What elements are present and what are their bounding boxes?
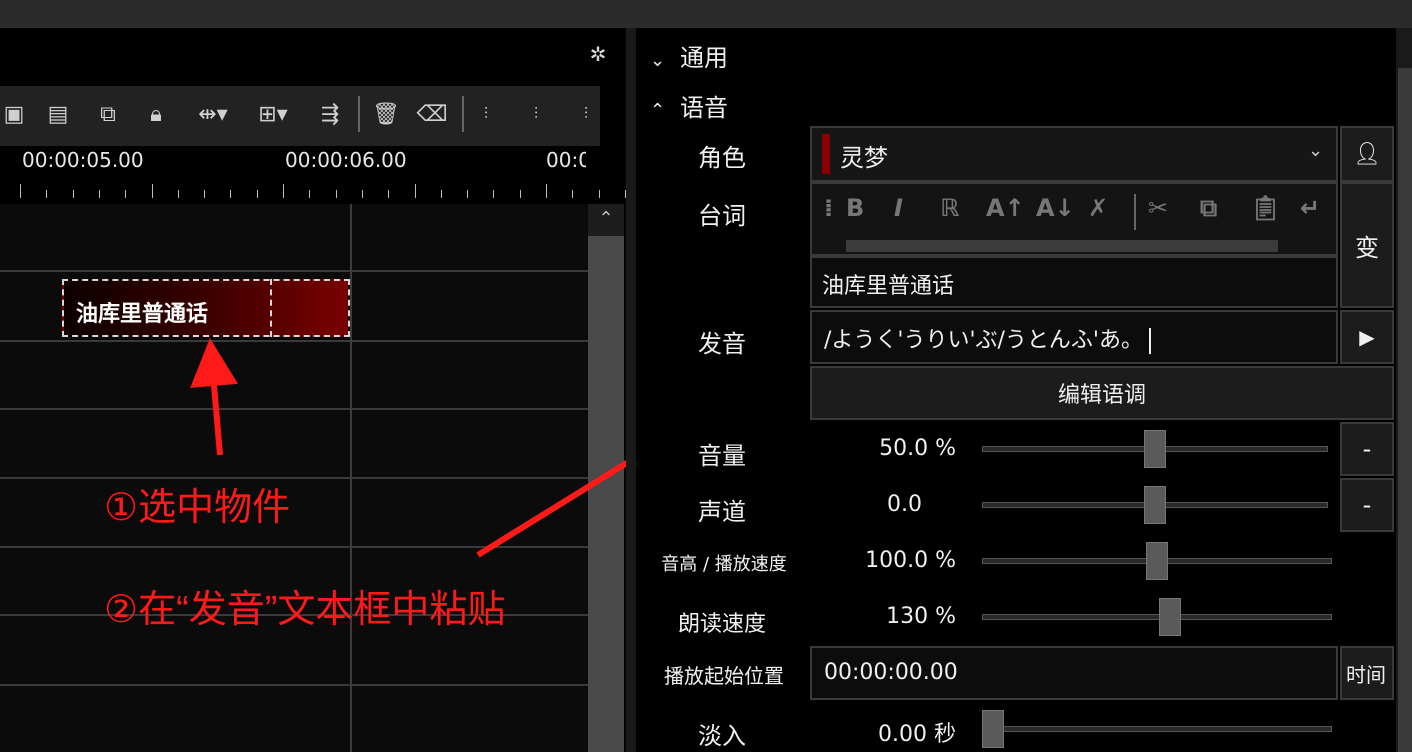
arrow-to-clip — [190, 338, 238, 456]
pan-reset-button[interactable]: - — [1340, 478, 1394, 532]
pan-label: 声道 — [698, 498, 746, 526]
pane-divider[interactable] — [626, 28, 636, 752]
play-icon[interactable]: ▶ — [1340, 310, 1394, 364]
edit-intonation-button[interactable]: 编辑语调 — [810, 366, 1394, 420]
paste-icon[interactable]: 📋︎ — [1250, 194, 1280, 222]
lines-label: 台词 — [698, 202, 746, 230]
pitch-value[interactable]: 100.0 % — [820, 548, 956, 573]
lines-text: 油库里普通话 — [822, 274, 955, 299]
time-button[interactable]: 时间 — [1340, 646, 1394, 700]
section-voice[interactable]: ⌃ 语音 — [650, 88, 728, 123]
pitch-slider-thumb[interactable] — [1146, 542, 1168, 580]
fade-in-slider-track[interactable] — [982, 726, 1332, 732]
section-general[interactable]: ⌄ 通用 — [650, 38, 728, 73]
volume-label: 音量 — [698, 442, 746, 470]
chevron-down-icon: ⌄ — [650, 50, 666, 71]
pitch-label: 音高 / 播放速度 — [661, 554, 787, 575]
fade-in-slider-thumb[interactable] — [982, 710, 1004, 748]
character-color-marker — [822, 134, 830, 174]
read-speed-value[interactable]: 130 % — [820, 604, 956, 629]
toolbar-scroll-thumb[interactable] — [846, 240, 1278, 252]
pan-slider-thumb[interactable] — [1144, 486, 1166, 524]
start-position-value: 00:00:00.00 — [824, 660, 958, 685]
drag-handle-icon: ⁞ — [824, 194, 834, 222]
ruby-icon[interactable]: ℝ — [940, 194, 959, 222]
font-size-down-icon[interactable]: A↓ — [1036, 194, 1075, 222]
voice-change-label: 变 — [1355, 233, 1379, 262]
character-select[interactable] — [810, 126, 1338, 182]
bold-icon[interactable]: B — [846, 194, 864, 222]
pronunciation-label: 发音 — [698, 330, 746, 358]
chevron-down-icon: ⌄ — [1308, 140, 1324, 161]
reset-label: - — [1362, 435, 1372, 463]
pan-value[interactable]: 0.0 — [820, 492, 922, 517]
fade-in-value[interactable]: 0.00 秒 — [820, 716, 956, 748]
format-divider — [1134, 194, 1136, 230]
font-size-up-icon[interactable]: A↑ — [986, 194, 1025, 222]
copy-icon[interactable]: ⧉ — [1200, 194, 1217, 222]
edit-intonation-label: 编辑语调 — [1057, 383, 1146, 408]
character-label: 角色 — [698, 144, 746, 172]
text-cursor — [1148, 328, 1151, 354]
read-speed-slider-thumb[interactable] — [1159, 598, 1182, 636]
section-label: 语音 — [680, 94, 728, 122]
volume-slider-thumb[interactable] — [1144, 430, 1166, 468]
character-value: 灵梦 — [840, 144, 888, 172]
clear-format-icon[interactable]: ✗ — [1088, 194, 1108, 222]
start-position-label: 播放起始位置 — [664, 664, 784, 688]
chevron-up-icon: ⌃ — [650, 100, 666, 121]
voice-change-button[interactable]: 变 — [1340, 182, 1394, 308]
character-settings-icon[interactable]: 👤︎ — [1340, 126, 1394, 182]
pronunciation-text: /ようく'うりい'ぶ/うとんふ'あ。 — [824, 322, 1151, 354]
read-speed-slider-track[interactable] — [982, 614, 1332, 620]
read-speed-label: 朗读速度 — [677, 612, 766, 637]
newline-icon[interactable]: ↵ — [1300, 194, 1320, 222]
annotation-step2: ②在“发音”文本框中粘贴 — [104, 589, 506, 631]
volume-reset-button[interactable]: - — [1340, 422, 1394, 476]
scrollbar-thumb[interactable] — [1398, 68, 1412, 752]
fade-in-label: 淡入 — [698, 722, 746, 750]
time-button-label: 时间 — [1346, 662, 1386, 687]
section-label: 通用 — [680, 44, 728, 72]
annotation-step1: ①选中物件 — [104, 487, 291, 529]
volume-value[interactable]: 50.0 % — [820, 436, 956, 461]
cut-icon[interactable]: ✂ — [1148, 194, 1168, 222]
reset-label: - — [1362, 491, 1372, 519]
italic-icon[interactable]: I — [894, 194, 903, 222]
